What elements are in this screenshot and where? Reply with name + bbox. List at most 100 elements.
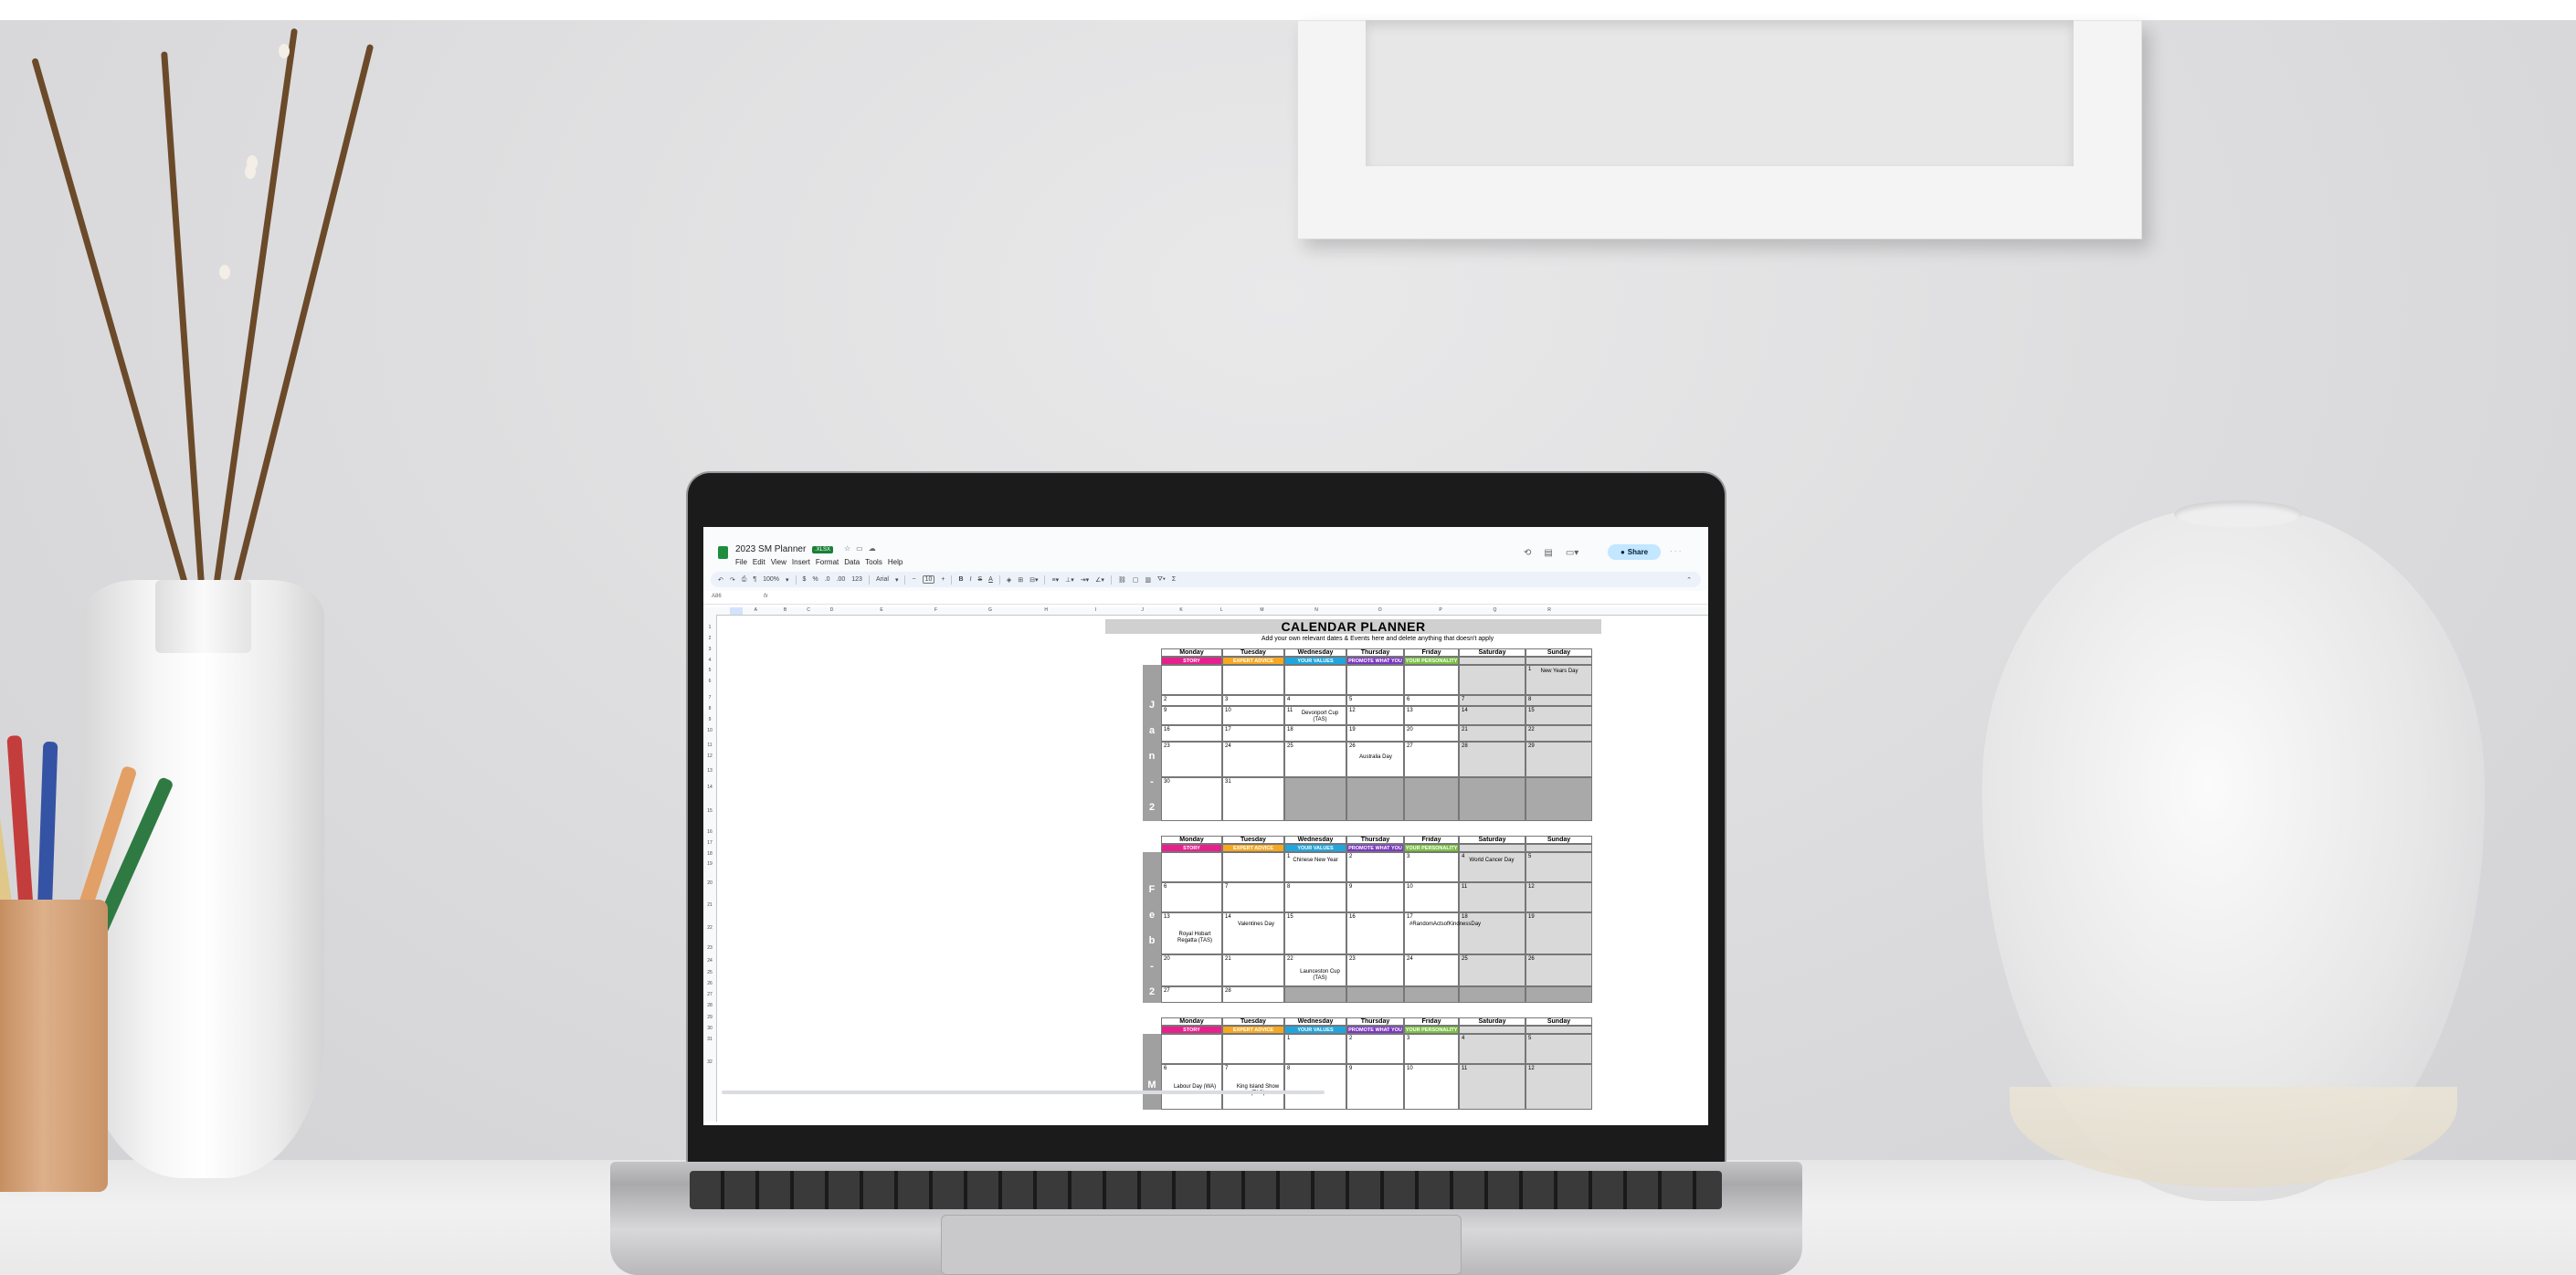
day-header[interactable]: Sunday (1526, 836, 1592, 844)
event-royal-hobart-regatta[interactable]: Royal Hobart Regatta (TAS) (1169, 932, 1220, 944)
day-cell[interactable]: 10 (1404, 882, 1459, 912)
day-cell[interactable]: 5 (1526, 1034, 1592, 1064)
day-cell[interactable]: 6 (1404, 695, 1459, 706)
empty-day-cell[interactable] (1404, 986, 1459, 1003)
day-cell[interactable]: 28 (1459, 742, 1526, 777)
day-cell[interactable]: 6 (1161, 882, 1222, 912)
day-cell[interactable]: 23 (1346, 954, 1404, 986)
day-cell[interactable] (1404, 665, 1459, 695)
empty-day-cell[interactable] (1346, 986, 1404, 1003)
day-cell[interactable]: 11 (1459, 882, 1526, 912)
day-header[interactable]: Monday (1161, 648, 1222, 657)
category-tag[interactable]: STORY (1161, 844, 1222, 852)
day-cell[interactable]: 24 (1222, 742, 1284, 777)
day-cell[interactable]: 7 (1222, 882, 1284, 912)
event-world-cancer-day[interactable]: World Cancer Day (1463, 858, 1520, 864)
category-tag[interactable]: YOUR PERSONALITY (1404, 1026, 1459, 1034)
day-cell[interactable]: 22 (1526, 725, 1592, 742)
day-cell[interactable]: 9 (1346, 882, 1404, 912)
event-devonport-cup[interactable]: Devonport Cup (TAS) (1297, 711, 1343, 723)
day-cell[interactable]: 23 (1161, 742, 1222, 777)
horizontal-scrollbar[interactable] (722, 1091, 1325, 1094)
empty-day-cell[interactable] (1346, 777, 1404, 821)
day-cell[interactable]: 8 (1284, 882, 1346, 912)
day-cell[interactable]: 4 (1284, 695, 1346, 706)
event-new-years[interactable]: New Years Day (1531, 669, 1588, 675)
day-header[interactable]: Sunday (1526, 648, 1592, 657)
empty-day-cell[interactable] (1284, 777, 1346, 821)
day-header[interactable]: Monday (1161, 1017, 1222, 1026)
spreadsheet-grid[interactable]: CALENDAR PLANNER Add your own relevant da… (703, 527, 1708, 1125)
day-cell[interactable]: 30 (1161, 777, 1222, 821)
day-cell[interactable]: 7 (1459, 695, 1526, 706)
day-cell[interactable]: 18 (1459, 912, 1526, 954)
day-cell[interactable]: 8 (1284, 1064, 1346, 1110)
day-cell[interactable]: 29 (1526, 742, 1592, 777)
day-cell[interactable] (1161, 852, 1222, 882)
day-header[interactable]: Saturday (1459, 1017, 1526, 1026)
category-tag[interactable]: YOUR VALUES (1284, 657, 1346, 665)
day-cell[interactable] (1346, 665, 1404, 695)
day-cell[interactable]: 20 (1404, 725, 1459, 742)
day-cell[interactable] (1161, 1034, 1222, 1064)
month-label[interactable]: F e b - 2 3 (1143, 852, 1161, 1003)
category-tag[interactable]: PROMOTE WHAT YOU OFFER (1346, 1026, 1404, 1034)
event-valentines-day[interactable]: Valentines Day (1230, 922, 1282, 928)
day-cell[interactable] (1459, 665, 1526, 695)
day-cell[interactable]: 24 (1404, 954, 1459, 986)
event-australia-day[interactable]: Australia Day (1350, 754, 1401, 761)
day-cell[interactable]: 25 (1459, 954, 1526, 986)
day-cell[interactable]: 25 (1284, 742, 1346, 777)
day-cell[interactable]: 15 (1284, 912, 1346, 954)
day-header[interactable]: Wednesday (1284, 836, 1346, 844)
day-cell[interactable]: 3 (1404, 1034, 1459, 1064)
day-cell[interactable]: 14 (1222, 912, 1284, 954)
category-tag[interactable]: PROMOTE WHAT YOU OFFER (1346, 844, 1404, 852)
category-tag-empty[interactable] (1526, 1026, 1592, 1034)
empty-day-cell[interactable] (1404, 777, 1459, 821)
category-tag[interactable]: STORY (1161, 1026, 1222, 1034)
day-header[interactable]: Saturday (1459, 648, 1526, 657)
day-cell[interactable]: 21 (1222, 954, 1284, 986)
category-tag-empty[interactable] (1459, 844, 1526, 852)
category-tag[interactable]: EXPERT ADVICE (1222, 1026, 1284, 1034)
category-tag[interactable]: YOUR VALUES (1284, 844, 1346, 852)
day-cell[interactable]: 15 (1526, 706, 1592, 725)
day-cell[interactable]: 5 (1346, 695, 1404, 706)
category-tag-empty[interactable] (1526, 657, 1592, 665)
empty-day-cell[interactable] (1459, 986, 1526, 1003)
event-chinese-new-year[interactable]: Chinese New Year (1288, 858, 1343, 864)
event-labour-day[interactable]: Labour Day (WA) (1169, 1084, 1220, 1091)
day-cell[interactable]: 14 (1459, 706, 1526, 725)
empty-day-cell[interactable] (1284, 986, 1346, 1003)
day-header[interactable]: Saturday (1459, 836, 1526, 844)
day-header[interactable]: Wednesday (1284, 648, 1346, 657)
day-cell[interactable]: 3 (1222, 695, 1284, 706)
category-tag-empty[interactable] (1459, 657, 1526, 665)
day-cell[interactable] (1161, 665, 1222, 695)
empty-day-cell[interactable] (1526, 986, 1592, 1003)
day-cell[interactable]: 12 (1346, 706, 1404, 725)
day-cell[interactable]: 1 (1284, 852, 1346, 882)
day-cell[interactable]: 4 (1459, 852, 1526, 882)
event-random-acts-kindness[interactable]: #RandomActsofKindnessDay (1409, 922, 1481, 928)
day-cell[interactable]: 31 (1222, 777, 1284, 821)
empty-day-cell[interactable] (1459, 777, 1526, 821)
day-cell[interactable]: 2 (1346, 852, 1404, 882)
calendar-title[interactable]: CALENDAR PLANNER (1105, 619, 1601, 634)
day-cell[interactable]: 17 (1222, 725, 1284, 742)
day-cell[interactable] (1284, 665, 1346, 695)
day-cell[interactable] (1222, 852, 1284, 882)
day-cell[interactable]: 12 (1526, 1064, 1592, 1110)
day-cell[interactable]: 1 (1284, 1034, 1346, 1064)
day-cell[interactable]: 27 (1404, 742, 1459, 777)
day-cell[interactable]: 17 (1404, 912, 1459, 954)
day-header[interactable]: Monday (1161, 836, 1222, 844)
day-cell[interactable]: 11 (1459, 1064, 1526, 1110)
day-header[interactable]: Sunday (1526, 1017, 1592, 1026)
month-label[interactable]: M (1143, 1034, 1161, 1110)
day-cell[interactable]: 21 (1459, 725, 1526, 742)
day-cell[interactable]: 18 (1284, 725, 1346, 742)
category-tag[interactable]: EXPERT ADVICE (1222, 657, 1284, 665)
category-tag[interactable]: PROMOTE WHAT YOU OFFER (1346, 657, 1404, 665)
